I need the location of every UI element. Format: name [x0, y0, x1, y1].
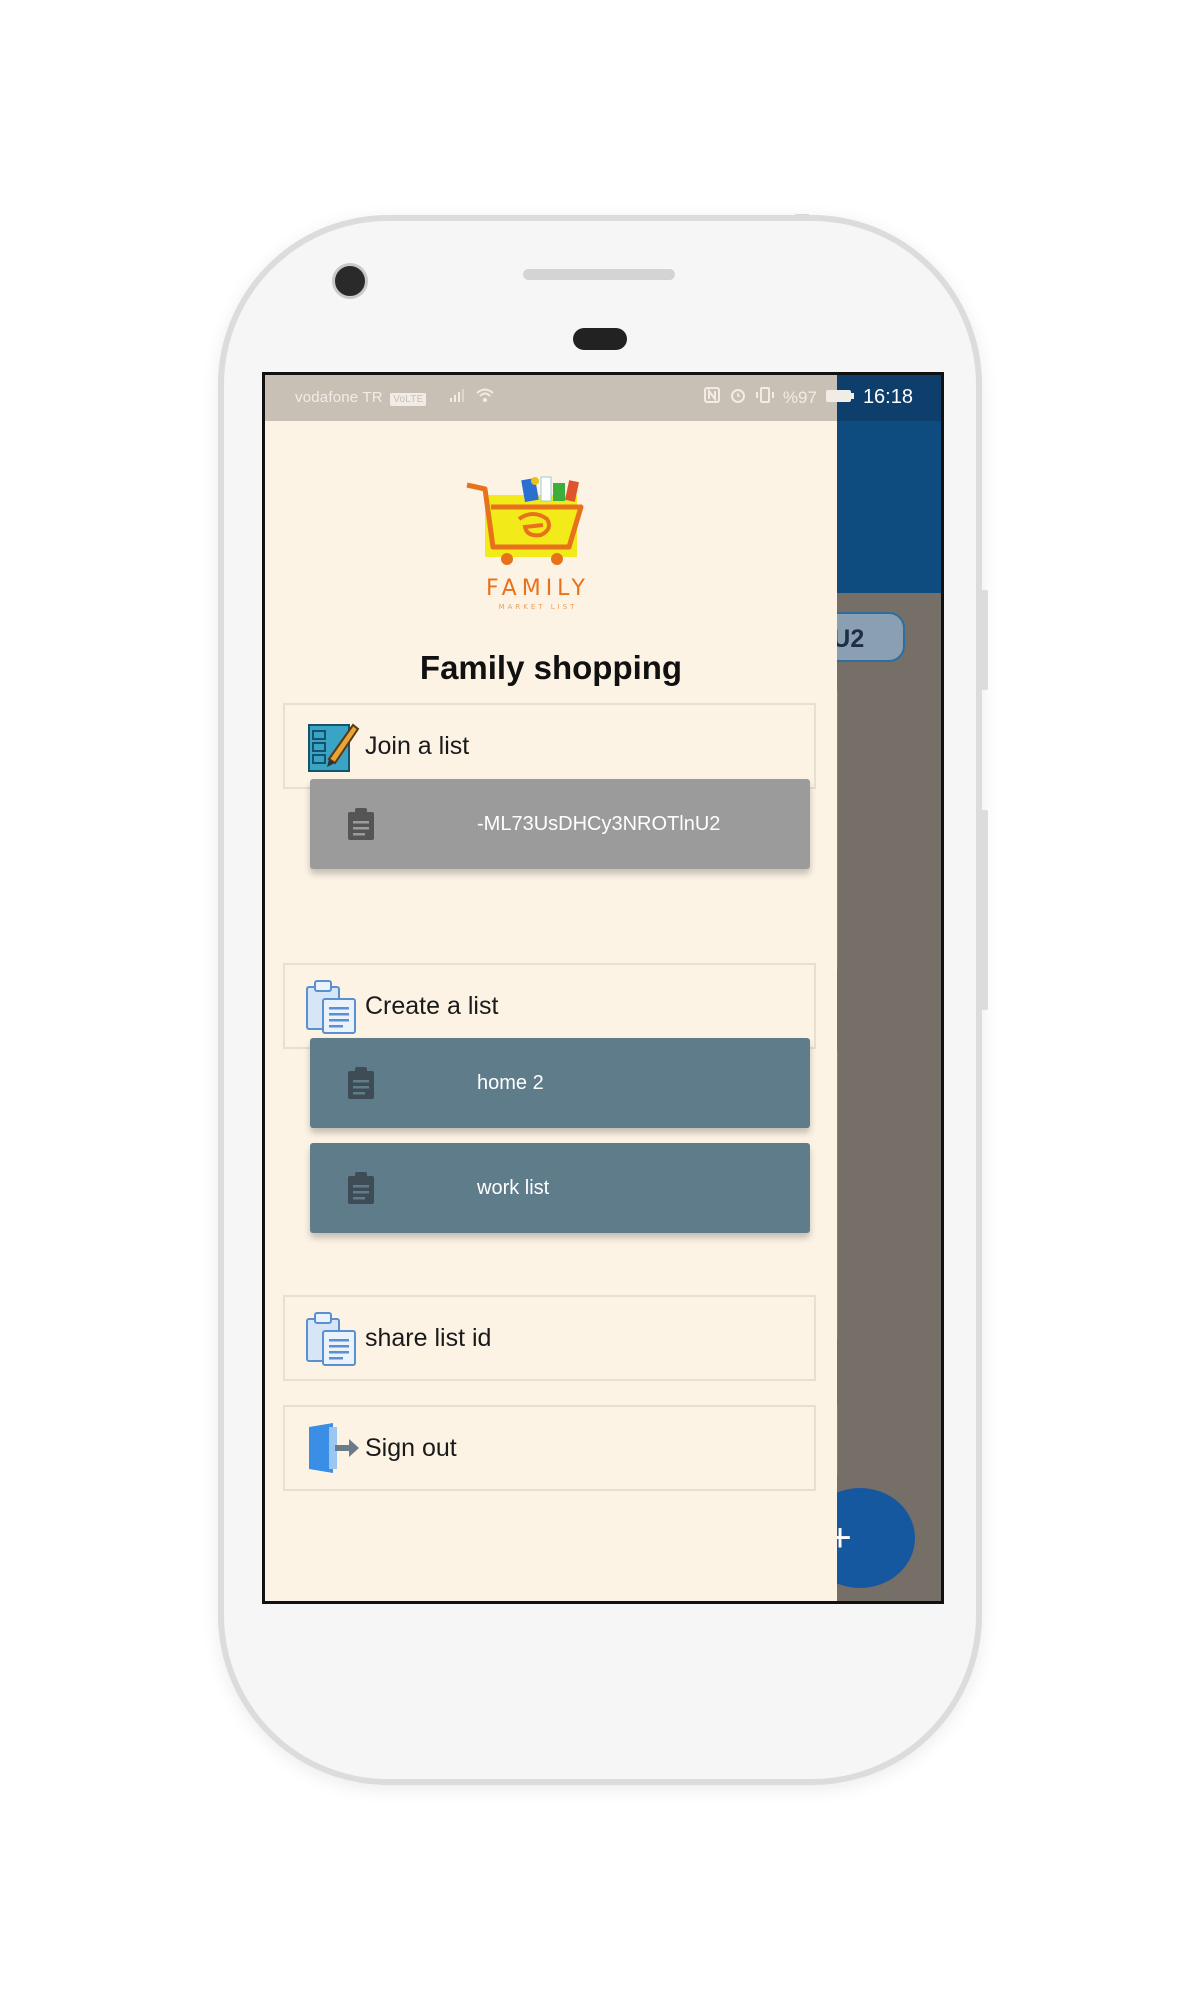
clipboard-icon [348, 808, 374, 840]
speaker-grille [523, 269, 675, 280]
joined-list-label: -ML73UsDHCy3NROTlnU2 [477, 812, 721, 835]
share-list-id-button[interactable]: share list id [283, 1295, 816, 1381]
joined-list-item[interactable]: -ML73UsDHCy3NROTlnU2 [310, 779, 810, 869]
sign-out-button[interactable]: Sign out [283, 1405, 816, 1491]
created-list-label: work list [477, 1176, 550, 1199]
logo-word: FAMILY [486, 576, 590, 601]
vibrate-icon [755, 386, 775, 409]
battery-percent: %97 [782, 387, 817, 407]
join-list-label: Join a list [365, 731, 470, 760]
logo-subtitle: MARKET LIST [499, 603, 578, 611]
created-list-item[interactable]: work list [310, 1143, 810, 1233]
power-button [980, 810, 988, 1010]
join-list-icon [308, 723, 360, 772]
status-right: %97 16:18 [703, 386, 913, 409]
status-bar: vodafone TR VoLTE %97 16:18 [265, 375, 941, 421]
navigation-drawer: FAMILY MARKET LIST Family shopping Join … [265, 421, 837, 1601]
created-list-item[interactable]: home 2 [310, 1038, 810, 1128]
family-market-logo: FAMILY MARKET LIST [463, 473, 613, 613]
status-left: vodafone TR VoLTE [295, 388, 495, 406]
create-list-button[interactable]: Create a list [283, 963, 816, 1049]
clipboard-docs-icon [306, 1312, 356, 1366]
clipboard-icon [348, 1172, 374, 1204]
earpiece [573, 328, 627, 350]
clipboard-docs-icon [306, 980, 356, 1034]
carrier-label: vodafone TR [295, 389, 383, 406]
exit-door-icon [309, 1423, 359, 1473]
nfc-icon [703, 386, 721, 409]
created-list-label: home 2 [477, 1071, 544, 1094]
join-list-button[interactable]: Join a list [283, 703, 816, 789]
alarm-icon [729, 386, 747, 409]
share-list-id-label: share list id [365, 1323, 492, 1352]
volte-badge: VoLTE [390, 393, 427, 406]
clipboard-icon [348, 1067, 374, 1099]
wifi-icon [475, 388, 495, 406]
clock: 16:18 [862, 386, 913, 408]
drawer-title: Family shopping [419, 649, 683, 686]
battery-icon [825, 388, 855, 408]
front-camera [332, 263, 368, 299]
signal-icon [449, 389, 471, 406]
create-list-label: Create a list [365, 991, 499, 1020]
sign-out-label: Sign out [365, 1433, 457, 1462]
phone-screen: nU2 + vodafone TR VoLTE %97 16:18 FAMILY… [262, 372, 944, 1604]
volume-button [980, 590, 988, 690]
